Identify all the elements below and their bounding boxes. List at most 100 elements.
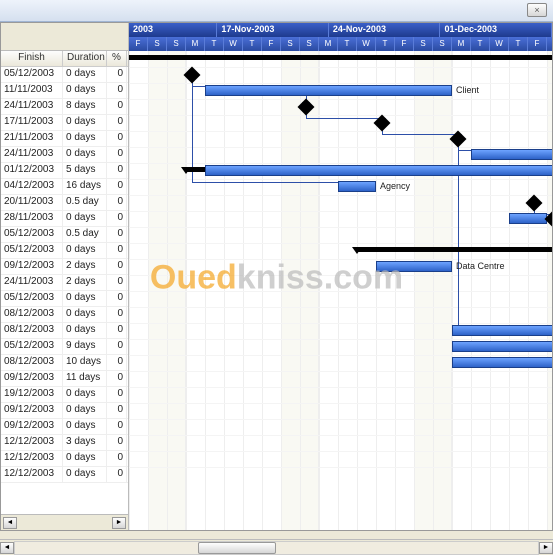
cell-finish[interactable]: 17/11/2003 — [1, 115, 63, 130]
cell-finish[interactable]: 24/11/2003 — [1, 275, 63, 290]
table-row[interactable]: 24/11/20030 days0 — [1, 147, 128, 163]
cell-finish[interactable]: 24/11/2003 — [1, 147, 63, 162]
cell-finish[interactable]: 08/12/2003 — [1, 323, 63, 338]
cell-pct[interactable]: 0 — [107, 435, 127, 450]
cell-finish[interactable]: 12/12/2003 — [1, 451, 63, 466]
table-row[interactable]: 09/12/20032 days0 — [1, 259, 128, 275]
cell-duration[interactable]: 0 days — [63, 115, 107, 130]
cell-pct[interactable]: 0 — [107, 67, 127, 82]
cell-finish[interactable]: 11/11/2003 — [1, 83, 63, 98]
table-row[interactable]: 20/11/20030.5 day0 — [1, 195, 128, 211]
cell-duration[interactable]: 8 days — [63, 99, 107, 114]
cell-duration[interactable]: 0 days — [63, 323, 107, 338]
cell-duration[interactable]: 0 days — [63, 387, 107, 402]
cell-pct[interactable]: 0 — [107, 99, 127, 114]
table-row[interactable]: 05/12/20030 days0 — [1, 67, 128, 83]
grid-body[interactable]: 05/12/20030 days011/11/20030 days024/11/… — [1, 67, 128, 514]
cell-pct[interactable]: 0 — [107, 259, 127, 274]
scrollbar-track[interactable] — [14, 541, 539, 555]
col-header-finish[interactable]: Finish — [1, 51, 63, 66]
cell-pct[interactable]: 0 — [107, 115, 127, 130]
table-row[interactable]: 05/12/20039 days0 — [1, 339, 128, 355]
cell-pct[interactable]: 0 — [107, 83, 127, 98]
cell-duration[interactable]: 11 days — [63, 371, 107, 386]
scroll-right-icon[interactable]: ► — [539, 542, 553, 554]
cell-finish[interactable]: 05/12/2003 — [1, 243, 63, 258]
cell-duration[interactable]: 0 days — [63, 451, 107, 466]
cell-finish[interactable]: 21/11/2003 — [1, 131, 63, 146]
cell-pct[interactable]: 0 — [107, 147, 127, 162]
task-bar[interactable] — [452, 357, 552, 368]
cell-finish[interactable]: 08/12/2003 — [1, 307, 63, 322]
cell-pct[interactable]: 0 — [107, 339, 127, 354]
cell-finish[interactable]: 05/12/2003 — [1, 67, 63, 82]
horizontal-scrollbar-bottom[interactable]: ◄ ► — [0, 539, 553, 555]
cell-finish[interactable]: 05/12/2003 — [1, 227, 63, 242]
cell-finish[interactable]: 08/12/2003 — [1, 355, 63, 370]
cell-duration[interactable]: 0 days — [63, 467, 107, 482]
cell-finish[interactable]: 20/11/2003 — [1, 195, 63, 210]
cell-duration[interactable]: 0.5 day — [63, 195, 107, 210]
cell-finish[interactable]: 01/12/2003 — [1, 163, 63, 178]
cell-duration[interactable]: 2 days — [63, 259, 107, 274]
table-row[interactable]: 24/11/20032 days0 — [1, 275, 128, 291]
cell-duration[interactable]: 9 days — [63, 339, 107, 354]
table-row[interactable]: 17/11/20030 days0 — [1, 115, 128, 131]
summary-bar[interactable] — [357, 247, 552, 252]
table-row[interactable]: 24/11/20038 days0 — [1, 99, 128, 115]
scrollbar-thumb[interactable] — [198, 542, 276, 554]
cell-pct[interactable]: 0 — [107, 371, 127, 386]
task-bar[interactable] — [376, 261, 452, 272]
table-row[interactable]: 19/12/20030 days0 — [1, 387, 128, 403]
scroll-right-icon[interactable]: ► — [112, 517, 126, 529]
cell-duration[interactable]: 0 days — [63, 211, 107, 226]
task-bar[interactable] — [205, 165, 552, 176]
task-bar[interactable] — [452, 341, 552, 352]
task-bar[interactable] — [509, 213, 547, 224]
cell-finish[interactable]: 12/12/2003 — [1, 435, 63, 450]
table-row[interactable]: 09/12/20030 days0 — [1, 419, 128, 435]
table-row[interactable]: 09/12/20030 days0 — [1, 403, 128, 419]
cell-duration[interactable]: 0 days — [63, 243, 107, 258]
table-row[interactable]: 04/12/200316 days0 — [1, 179, 128, 195]
cell-pct[interactable]: 0 — [107, 307, 127, 322]
horizontal-scrollbar-left[interactable]: ◄ ► — [1, 514, 128, 530]
table-row[interactable]: 09/12/200311 days0 — [1, 371, 128, 387]
table-row[interactable]: 12/12/20033 days0 — [1, 435, 128, 451]
scroll-left-icon[interactable]: ◄ — [0, 542, 14, 554]
cell-pct[interactable]: 0 — [107, 451, 127, 466]
cell-pct[interactable]: 0 — [107, 131, 127, 146]
gantt-chart-area[interactable]: ClientClientAgAgencyAgencyData Centre — [129, 51, 552, 530]
cell-finish[interactable]: 04/12/2003 — [1, 179, 63, 194]
cell-pct[interactable]: 0 — [107, 291, 127, 306]
cell-pct[interactable]: 0 — [107, 387, 127, 402]
table-row[interactable]: 28/11/20030 days0 — [1, 211, 128, 227]
cell-pct[interactable]: 0 — [107, 467, 127, 482]
cell-pct[interactable]: 0 — [107, 243, 127, 258]
cell-finish[interactable]: 09/12/2003 — [1, 371, 63, 386]
table-row[interactable]: 01/12/20035 days0 — [1, 163, 128, 179]
cell-duration[interactable]: 16 days — [63, 179, 107, 194]
cell-pct[interactable]: 0 — [107, 227, 127, 242]
cell-finish[interactable]: 05/12/2003 — [1, 339, 63, 354]
cell-finish[interactable]: 09/12/2003 — [1, 419, 63, 434]
task-bar[interactable] — [338, 181, 376, 192]
cell-finish[interactable]: 05/12/2003 — [1, 291, 63, 306]
col-header-pct[interactable]: % — [107, 51, 127, 66]
table-row[interactable]: 08/12/200310 days0 — [1, 355, 128, 371]
cell-duration[interactable]: 10 days — [63, 355, 107, 370]
cell-pct[interactable]: 0 — [107, 275, 127, 290]
table-row[interactable]: 05/12/20030 days0 — [1, 291, 128, 307]
cell-pct[interactable]: 0 — [107, 323, 127, 338]
table-row[interactable]: 08/12/20030 days0 — [1, 307, 128, 323]
close-button[interactable]: × — [527, 3, 547, 17]
table-row[interactable]: 08/12/20030 days0 — [1, 323, 128, 339]
cell-duration[interactable]: 0 days — [63, 67, 107, 82]
cell-duration[interactable]: 0 days — [63, 307, 107, 322]
cell-finish[interactable]: 12/12/2003 — [1, 467, 63, 482]
cell-pct[interactable]: 0 — [107, 355, 127, 370]
cell-pct[interactable]: 0 — [107, 403, 127, 418]
cell-pct[interactable]: 0 — [107, 211, 127, 226]
cell-pct[interactable]: 0 — [107, 179, 127, 194]
cell-duration[interactable]: 0 days — [63, 147, 107, 162]
